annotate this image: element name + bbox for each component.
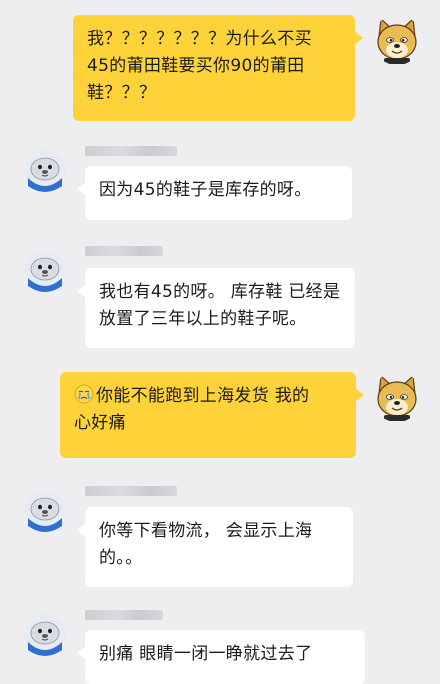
message-bubble[interactable]: 你等下看物流， 会显示上海 的。。 (77, 507, 353, 587)
message-bubble[interactable]: 我？？？？？？？为什么不买 45的莆田鞋要买你90的莆田 鞋？？？ (73, 15, 363, 121)
message-bubble[interactable]: 你能不能跑到上海发货 我的 心好痛 (60, 372, 364, 458)
message-line: 45的莆田鞋要买你90的莆田 (87, 56, 305, 76)
message-line: 你等下看物流， 会显示上海 (99, 521, 313, 541)
message-line: 心好痛 (74, 413, 126, 433)
message-line: 我也有45的呀。 库存鞋 已经是 (99, 282, 341, 302)
message-line: 放置了三年以上的鞋子呢。 (99, 309, 307, 329)
sender-nickname-blurred (85, 610, 163, 620)
message-line: 我？？？？？？？为什么不买 (87, 29, 312, 49)
sender-nickname-blurred (85, 146, 177, 156)
message-line: 鞋？？？ (87, 83, 157, 103)
message-line: 因为45的鞋子是库存的呀。 (99, 180, 312, 200)
message-line: 别痛 眼睛一闭一睁就过去了 (99, 644, 313, 664)
seal-avatar-icon[interactable] (22, 612, 68, 658)
message-bubble[interactable]: 我也有45的呀。 库存鞋 已经是 放置了三年以上的鞋子呢。 (77, 268, 355, 348)
doge-avatar-icon[interactable] (372, 15, 422, 65)
message-line: 你能不能跑到上海发货 我的 (96, 386, 310, 406)
crying-face-icon (74, 384, 94, 404)
message-line: 的。。 (99, 548, 143, 568)
chat-message-list[interactable]: 我？？？？？？？为什么不买 45的莆田鞋要买你90的莆田 鞋？？？ 因为45的鞋… (0, 0, 440, 684)
message-bubble[interactable]: 因为45的鞋子是库存的呀。 (77, 166, 352, 220)
seal-avatar-icon[interactable] (22, 248, 68, 294)
seal-avatar-icon[interactable] (22, 488, 68, 534)
sender-nickname-blurred (85, 246, 163, 256)
sender-nickname-blurred (85, 486, 177, 496)
doge-avatar-icon[interactable] (372, 372, 422, 422)
seal-avatar-icon[interactable] (22, 148, 68, 194)
message-bubble[interactable]: 别痛 眼睛一闭一睁就过去了 (77, 630, 365, 684)
